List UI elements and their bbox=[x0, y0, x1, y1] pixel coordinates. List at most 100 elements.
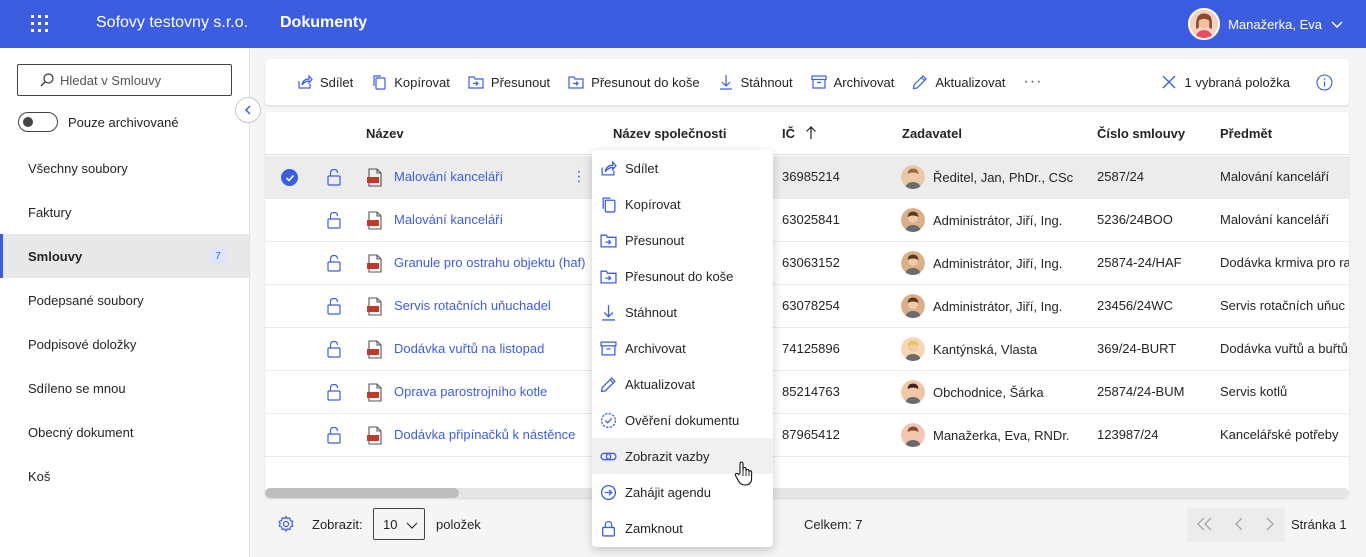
ic-value: 63025841 bbox=[782, 212, 840, 227]
update-button[interactable]: Aktualizovat bbox=[912, 74, 1005, 90]
ic-value: 87965412 bbox=[782, 427, 840, 442]
avatar bbox=[901, 294, 925, 318]
requester: Ředitel, Jan, PhDr., CSc bbox=[901, 165, 1073, 189]
horizontal-scrollbar[interactable] bbox=[265, 488, 1349, 498]
document-name-link[interactable]: Servis rotačních uňuchadel bbox=[394, 298, 551, 313]
selected-check-icon[interactable] bbox=[281, 169, 298, 186]
sidebar-item-trash[interactable]: Koš bbox=[0, 454, 249, 498]
requester: Obchodnice, Šárka bbox=[901, 380, 1044, 404]
settings-icon[interactable] bbox=[277, 515, 295, 533]
sidebar-item-invoices[interactable]: Faktury bbox=[0, 190, 249, 234]
document-name-link[interactable]: Malování kanceláří bbox=[394, 212, 503, 227]
pencil-icon bbox=[913, 75, 928, 90]
column-header-requester[interactable]: Zadavatel bbox=[902, 126, 962, 141]
company-name: Sofovy testovny s.r.o. bbox=[96, 14, 249, 31]
column-header-ic[interactable]: IČ bbox=[782, 126, 817, 141]
sidebar-item-label: Koš bbox=[28, 468, 51, 484]
next-page-icon[interactable] bbox=[1264, 515, 1276, 536]
info-icon[interactable] bbox=[1316, 73, 1333, 91]
column-header-name[interactable]: Název bbox=[366, 126, 404, 141]
sidebar-item-all-files[interactable]: Všechny soubory bbox=[0, 146, 249, 190]
unlock-icon[interactable] bbox=[326, 426, 342, 444]
column-header-contract-number[interactable]: Číslo smlouvy bbox=[1097, 126, 1185, 141]
menu-item-archive[interactable]: Archivovat bbox=[592, 330, 773, 366]
move-button[interactable]: Přesunout bbox=[468, 74, 550, 90]
share-button[interactable]: Sdílet bbox=[297, 74, 353, 90]
pdf-file-icon bbox=[367, 383, 382, 402]
scrollbar-thumb[interactable] bbox=[265, 488, 459, 498]
unlock-icon[interactable] bbox=[326, 383, 342, 401]
table-header: Název Název společnosti IČ Zadavatel Čís… bbox=[265, 112, 1349, 155]
sidebar-item-signature-clauses[interactable]: Podpisové doložky bbox=[0, 322, 249, 366]
avatar bbox=[901, 208, 925, 232]
row-more-options-icon[interactable]: ⋮ bbox=[572, 168, 586, 185]
first-page-icon[interactable] bbox=[1196, 515, 1214, 536]
user-menu[interactable]: Manažerka, Eva bbox=[1188, 8, 1344, 40]
requester-name: Administrátor, Jiří, Ing. bbox=[933, 212, 1063, 228]
unlock-icon[interactable] bbox=[326, 340, 342, 358]
more-options-button[interactable]: ··· bbox=[1023, 73, 1042, 91]
page-size-value: 10 bbox=[383, 516, 398, 532]
requester: Administrátor, Jiří, Ing. bbox=[901, 294, 1062, 318]
archive-button[interactable]: Archivovat bbox=[811, 74, 895, 90]
document-name-link[interactable]: Granule pro ostrahu objektu (haf) bbox=[394, 255, 586, 270]
menu-item-move-to-trash[interactable]: Přesunout do koše bbox=[592, 258, 773, 294]
count-badge: 7 bbox=[209, 247, 227, 265]
table-row[interactable]: Servis rotačních uňuchadel 63078254 Admini… bbox=[265, 285, 1349, 328]
document-name-link[interactable]: Dodávka připínačků k nástěnce bbox=[394, 427, 575, 442]
unlock-icon[interactable] bbox=[326, 254, 342, 272]
move-to-trash-button[interactable]: Přesunout do koše bbox=[568, 74, 700, 90]
table-row[interactable]: Oprava parostrojního kotle 85214763 Obchod… bbox=[265, 371, 1349, 414]
column-header-company[interactable]: Název společnosti bbox=[613, 126, 726, 141]
menu-item-label: Aktualizovat bbox=[625, 376, 696, 392]
menu-item-move[interactable]: Přesunout bbox=[592, 222, 773, 258]
document-name-link[interactable]: Malování kanceláří bbox=[394, 169, 503, 184]
page-size-select[interactable]: 10 bbox=[373, 508, 425, 540]
sidebar-item-general-document[interactable]: Obecný dokument bbox=[0, 410, 249, 454]
menu-item-copy[interactable]: Kopírovat bbox=[592, 186, 773, 222]
pdf-file-icon bbox=[367, 426, 382, 445]
sidebar-item-shared-with-me[interactable]: Sdíleno se mnou bbox=[0, 366, 249, 410]
menu-item-lock[interactable]: Zamknout bbox=[592, 510, 773, 546]
user-name: Manažerka, Eva bbox=[1228, 16, 1322, 32]
close-icon[interactable] bbox=[1162, 75, 1176, 89]
table-row[interactable]: Granule pro ostrahu objektu (haf) 6306315… bbox=[265, 242, 1349, 285]
hand-cursor-icon bbox=[734, 461, 753, 486]
app-title: Dokumenty bbox=[280, 14, 368, 31]
menu-item-update[interactable]: Aktualizovat bbox=[592, 366, 773, 402]
search-input[interactable]: Hledat v Smlouvy bbox=[17, 64, 232, 96]
sidebar-item-signed-files[interactable]: Podepsané soubory bbox=[0, 278, 249, 322]
subject-value: Kancelářské potřeby bbox=[1220, 427, 1339, 442]
table-row[interactable]: Malování kanceláří 63025841 Administrátor,… bbox=[265, 199, 1349, 242]
menu-item-verify-document[interactable]: Ověření dokumentu bbox=[592, 402, 773, 438]
collapse-sidebar-button[interactable] bbox=[235, 97, 261, 123]
archive-filter: Pouze archivované bbox=[18, 112, 179, 132]
table-row[interactable]: Dodávka připínačků k nástěnce 87965412 Man… bbox=[265, 414, 1349, 457]
download-button[interactable]: Stáhnout bbox=[718, 74, 793, 90]
document-name-link[interactable]: Oprava parostrojního kotle bbox=[394, 384, 547, 399]
pdf-file-icon bbox=[367, 297, 382, 316]
app-launcher-button[interactable] bbox=[0, 0, 80, 48]
document-name-link[interactable]: Dodávka vuřtů na listopad bbox=[394, 341, 544, 356]
archive-toggle[interactable] bbox=[18, 112, 58, 132]
contract-number: 5236/24BOO bbox=[1097, 212, 1173, 227]
contract-number: 25874-24/HAF bbox=[1097, 255, 1182, 270]
folder-trash-icon bbox=[568, 76, 584, 89]
table-row[interactable]: Malování kanceláří ⋮ 36985214 Ředitel, Jan,… bbox=[265, 156, 1349, 199]
column-header-subject[interactable]: Předmět bbox=[1220, 126, 1272, 141]
archive-label: Archivovat bbox=[833, 74, 895, 90]
chevron-down-icon bbox=[1331, 21, 1343, 29]
menu-item-download[interactable]: Stáhnout bbox=[592, 294, 773, 330]
verified-badge-icon bbox=[600, 412, 617, 428]
menu-item-share[interactable]: Sdílet bbox=[592, 150, 773, 186]
unlock-icon[interactable] bbox=[326, 211, 342, 229]
copy-button[interactable]: Kopírovat bbox=[371, 74, 450, 90]
previous-page-icon[interactable] bbox=[1233, 515, 1245, 536]
unlock-icon[interactable] bbox=[326, 168, 342, 186]
menu-item-label: Přesunout bbox=[625, 232, 685, 248]
sidebar-item-contracts[interactable]: Smlouvy 7 bbox=[0, 234, 249, 278]
table-row[interactable]: Dodávka vuřtů na listopad 74125896 Kantýns… bbox=[265, 328, 1349, 371]
menu-item-label: Přesunout do koše bbox=[625, 268, 734, 284]
unlock-icon[interactable] bbox=[326, 297, 342, 315]
pdf-file-icon bbox=[367, 168, 382, 187]
